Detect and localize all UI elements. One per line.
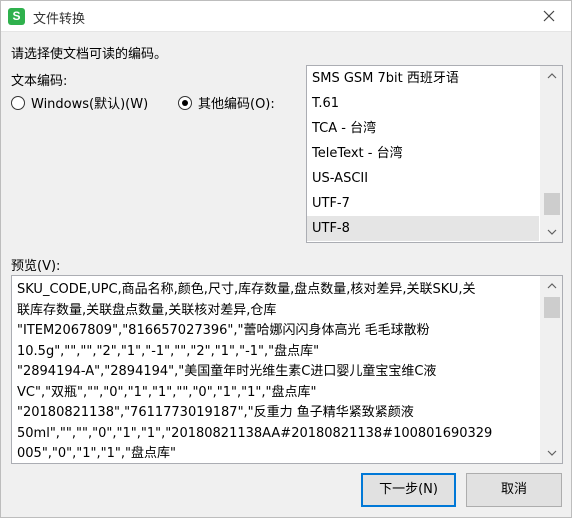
other-encoding-radio-label[interactable]: 其他编码(O): xyxy=(198,93,275,112)
preview-line: 005","0","1","1","盘点库" xyxy=(17,446,176,461)
preview-line: SKU_CODE,UPC,商品名称,颜色,尺寸,库存数量,盘点数量,核对差异,关… xyxy=(17,282,476,297)
chevron-down-icon xyxy=(547,229,557,235)
encoding-list-scrollbar[interactable] xyxy=(540,66,562,242)
preview-line: "2894194-A","2894194","美国童年时光维生素C进口婴儿童宝宝… xyxy=(17,364,437,379)
preview-scroll-up-button[interactable] xyxy=(541,276,562,296)
preview-scrollbar[interactable] xyxy=(540,276,562,463)
chevron-up-icon xyxy=(547,73,557,79)
cancel-button[interactable]: 取消 xyxy=(466,473,562,507)
preview-scroll-down-button[interactable] xyxy=(541,443,562,463)
preview-line: 50ml","","","0","1","1","20180821138AA#2… xyxy=(17,425,493,441)
chevron-up-icon xyxy=(547,283,557,289)
close-icon xyxy=(543,10,555,22)
encoding-list-item[interactable]: UTF-8 xyxy=(307,216,539,241)
other-encoding-radio[interactable]: 其他编码(O): xyxy=(178,93,275,112)
close-button[interactable] xyxy=(537,5,561,27)
scroll-thumb[interactable] xyxy=(544,193,560,215)
instruction-text: 请选择使文档可读的编码。 xyxy=(11,47,168,62)
encoding-list-items: SMS GSM 7bit 西班牙语 T.61 TCA - 台湾 TeleText - … xyxy=(307,66,539,241)
preview-line: 联库存数量,关联盘点数量,关联核对差异,仓库 xyxy=(17,302,277,318)
preview-label: 预览(V): xyxy=(11,259,61,274)
scroll-down-button[interactable] xyxy=(541,222,562,242)
file-conversion-dialog: S 文件转换 请选择使文档可读的编码。 文本编码: Windows(默认)(W)… xyxy=(0,0,572,518)
window-title: 文件转换 xyxy=(33,12,86,27)
preview-scroll-thumb[interactable] xyxy=(544,297,560,318)
windows-default-radio-label[interactable]: Windows(默认)(W) xyxy=(31,93,148,112)
app-logo-icon: S xyxy=(8,8,25,25)
title-bar: S 文件转换 xyxy=(1,1,571,32)
windows-default-radio[interactable]: Windows(默认)(W) xyxy=(11,93,148,112)
scroll-up-button[interactable] xyxy=(541,66,562,86)
preview-textbox[interactable]: SKU_CODE,UPC,商品名称,颜色,尺寸,库存数量,盘点数量,核对差异,关… xyxy=(11,275,563,464)
other-encoding-radio-circle[interactable] xyxy=(178,95,192,110)
encoding-listbox[interactable]: SMS GSM 7bit 西班牙语 T.61 TCA - 台湾 TeleText - … xyxy=(306,65,563,243)
preview-line: "20180821138","7611773019187","反重力 鱼子精华紧… xyxy=(17,405,414,420)
encoding-list-item[interactable]: TCA - 台湾 xyxy=(307,116,539,141)
encoding-label: 文本编码: xyxy=(11,74,68,89)
encoding-list-item[interactable]: T.61 xyxy=(307,91,539,116)
next-button[interactable]: 下一步(N) xyxy=(361,473,456,507)
windows-default-radio-circle[interactable] xyxy=(11,95,25,110)
preview-line: VC","双瓶","","0","1","1","","0","1","1","… xyxy=(17,384,317,400)
encoding-list-item[interactable]: TeleText - 台湾 xyxy=(307,141,539,166)
preview-line: "ITEM2067809","816657027396","蕾哈娜闪闪身体高光 … xyxy=(17,323,430,338)
encoding-list-item[interactable]: UTF-7 xyxy=(307,191,539,216)
encoding-list-item[interactable]: US-ASCII xyxy=(307,166,539,191)
encoding-list-item[interactable]: SMS GSM 7bit 西班牙语 xyxy=(307,66,539,91)
preview-line: 10.5g","","","2","1","-1","","2","1","-1… xyxy=(17,343,320,359)
chevron-down-icon xyxy=(547,450,557,456)
preview-content: SKU_CODE,UPC,商品名称,颜色,尺寸,库存数量,盘点数量,核对差异,关… xyxy=(17,280,537,463)
